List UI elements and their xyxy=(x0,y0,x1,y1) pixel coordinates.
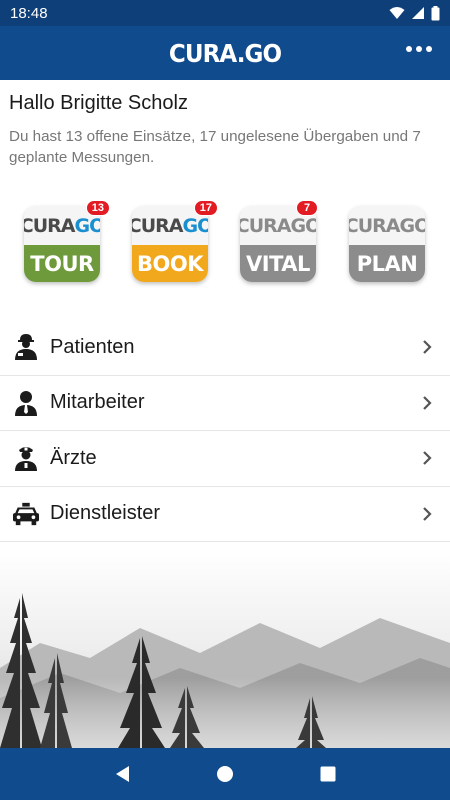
menu-item-dienstleister[interactable]: Dienstleister xyxy=(0,487,450,542)
app-bar: CURA.GO xyxy=(0,26,450,80)
app-tile-label: PLAN xyxy=(349,245,425,282)
menu-item-patienten[interactable]: Patienten xyxy=(0,320,450,376)
app-tile-label: BOOK xyxy=(132,245,208,282)
main-menu-list: Patienten Mitarbeiter Ärzte Dienstleiste… xyxy=(0,320,450,542)
notification-badge: 17 xyxy=(193,200,218,216)
system-navigation-bar xyxy=(0,748,450,800)
greeting-title: Hallo Brigitte Scholz xyxy=(9,92,188,114)
app-tile-tour[interactable]: CURA GO TOUR 13 xyxy=(24,200,110,282)
app-logo: CURA.GO xyxy=(168,38,282,68)
home-button[interactable] xyxy=(210,759,240,789)
menu-item-label: Ärzte xyxy=(50,446,97,469)
doctor-icon xyxy=(13,445,39,472)
app-tile-plan[interactable]: CURA GO PLAN xyxy=(349,206,425,282)
app-tile-book[interactable]: CURA GO BOOK 17 xyxy=(132,200,218,282)
menu-item-aerzte[interactable]: Ärzte xyxy=(0,431,450,487)
menu-item-label: Mitarbeiter xyxy=(50,391,145,414)
employee-icon xyxy=(13,390,39,416)
status-time: 18:48 xyxy=(10,4,48,22)
recents-button[interactable] xyxy=(313,759,343,789)
misty-forest-background-image xyxy=(0,548,450,748)
app-tile-label: VITAL xyxy=(240,245,316,282)
wifi-icon xyxy=(389,7,405,19)
notification-badge: 13 xyxy=(85,200,110,216)
menu-item-label: Dienstleister xyxy=(50,502,161,525)
more-menu-button[interactable] xyxy=(402,42,436,56)
app-launcher-grid: CURA GO TOUR 13 CURA GO BOOK 17 CURA GO VIT… xyxy=(0,200,450,286)
signal-icon xyxy=(412,7,424,19)
home-icon xyxy=(216,766,233,782)
patient-icon xyxy=(13,334,39,361)
summary-text: Du hast 13 offene Einsätze, 17 ungelesen… xyxy=(9,128,421,166)
chevron-right-icon xyxy=(423,395,432,410)
more-horizontal-icon xyxy=(406,46,412,52)
back-icon xyxy=(115,766,129,782)
notification-badge: 7 xyxy=(296,200,318,216)
chevron-right-icon xyxy=(423,506,432,521)
battery-icon xyxy=(431,5,440,20)
app-tile-vital[interactable]: CURA GO VITAL 7 xyxy=(240,200,318,282)
recents-icon xyxy=(320,766,336,782)
back-button[interactable] xyxy=(107,759,137,789)
menu-item-label: Patienten xyxy=(50,335,135,358)
status-bar: 18:48 xyxy=(0,0,450,26)
chevron-right-icon xyxy=(423,451,432,466)
menu-item-mitarbeiter[interactable]: Mitarbeiter xyxy=(0,376,450,431)
taxi-icon xyxy=(13,501,39,527)
chevron-right-icon xyxy=(423,340,432,355)
app-tile-label: TOUR xyxy=(24,245,100,282)
